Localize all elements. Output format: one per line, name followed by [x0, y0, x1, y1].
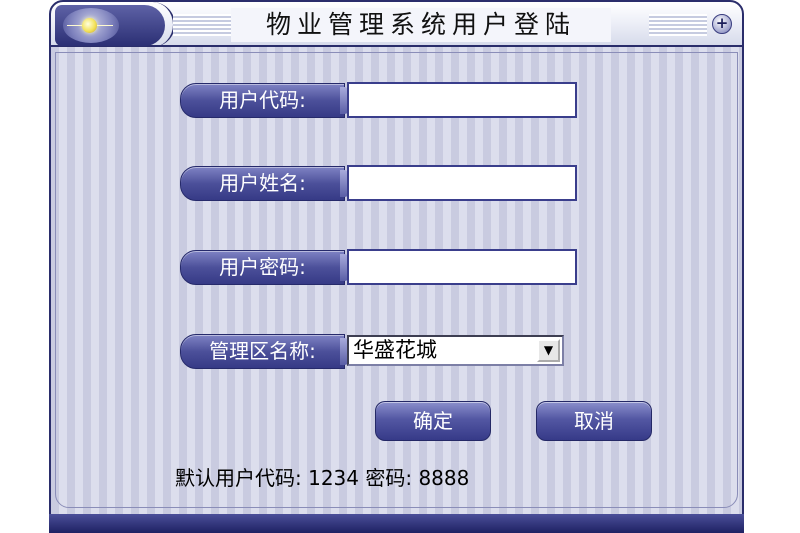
- plus-circle-icon[interactable]: +: [712, 14, 732, 34]
- app-icon-frame: [55, 5, 165, 46]
- user-name-input[interactable]: [347, 165, 577, 201]
- user-code-label: 用户代码:: [180, 83, 350, 118]
- bottom-bar: [49, 514, 744, 533]
- user-code-input[interactable]: [347, 82, 577, 118]
- district-select-value: 华盛花城: [353, 338, 437, 362]
- default-credentials-hint: 默认用户代码: 1234 密码: 8888: [175, 466, 470, 490]
- district-label: 管理区名称:: [180, 334, 350, 369]
- password-label: 用户密码:: [180, 250, 350, 285]
- chevron-down-icon[interactable]: ▼: [537, 339, 560, 362]
- title-stripes-right: [649, 14, 707, 36]
- password-input[interactable]: [347, 249, 577, 285]
- user-name-label: 用户姓名:: [180, 166, 350, 201]
- district-select[interactable]: 华盛花城 ▼: [347, 335, 564, 366]
- title-bar: 物业管理系统用户登陆 +: [49, 0, 744, 47]
- title-arc-decoration: [151, 2, 175, 47]
- cancel-button[interactable]: 取消: [536, 401, 652, 441]
- window-title: 物业管理系统用户登陆: [231, 8, 611, 42]
- sun-orb-icon: [82, 18, 97, 33]
- confirm-button[interactable]: 确定: [375, 401, 491, 441]
